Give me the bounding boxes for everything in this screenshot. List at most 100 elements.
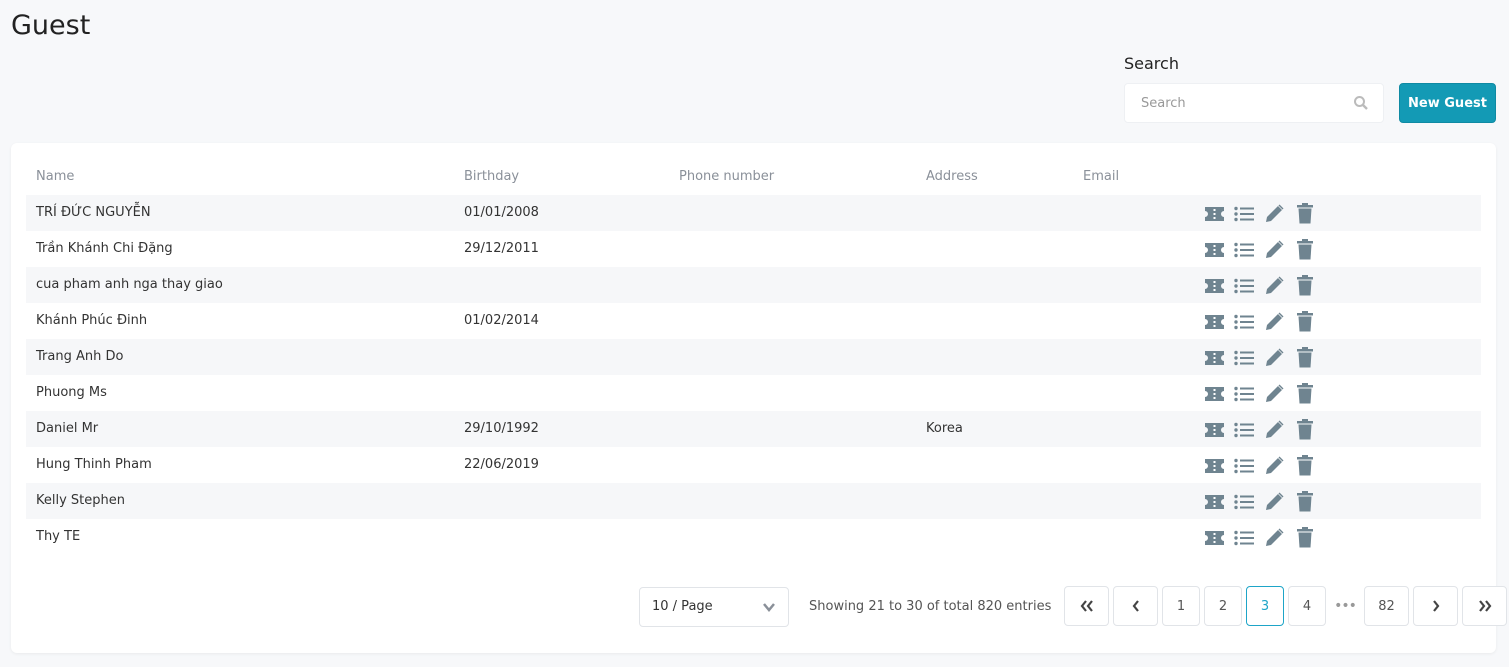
cell-name: Hung Thinh Pham	[36, 457, 152, 472]
cell-name: Trang Anh Do	[36, 349, 124, 364]
page-button-82[interactable]: 82	[1364, 586, 1409, 626]
cell-birthday: 29/12/2011	[464, 241, 539, 256]
row-actions	[1204, 311, 1315, 332]
list-icon[interactable]	[1234, 527, 1255, 548]
cell-name: TRÍ ĐỨC NGUYỄN	[36, 205, 151, 220]
ticket-icon[interactable]	[1204, 347, 1225, 368]
ticket-icon[interactable]	[1204, 203, 1225, 224]
trash-icon[interactable]	[1294, 239, 1315, 260]
double-chevron-right-icon	[1478, 600, 1491, 612]
row-actions	[1204, 527, 1315, 548]
ticket-icon[interactable]	[1204, 275, 1225, 296]
edit-icon[interactable]	[1264, 311, 1285, 332]
guest-table-card: Name Birthday Phone number Address Email…	[11, 143, 1507, 653]
search-label: Search	[1124, 54, 1179, 73]
cell-name: Khánh Phúc Đinh	[36, 313, 148, 328]
trash-icon[interactable]	[1294, 311, 1315, 332]
first-page-button[interactable]	[1064, 586, 1109, 626]
ticket-icon[interactable]	[1204, 455, 1225, 476]
ticket-icon[interactable]	[1204, 311, 1225, 332]
list-icon[interactable]	[1234, 455, 1255, 476]
row-actions	[1204, 455, 1315, 476]
trash-icon[interactable]	[1294, 347, 1315, 368]
list-icon[interactable]	[1234, 203, 1255, 224]
edit-icon[interactable]	[1264, 527, 1285, 548]
edit-icon[interactable]	[1264, 491, 1285, 512]
page-button-3[interactable]: 3	[1246, 586, 1284, 626]
new-guest-button[interactable]: New Guest	[1399, 83, 1496, 123]
cell-name: cua pham anh nga thay giao	[36, 277, 223, 292]
cell-name: Daniel Mr	[36, 421, 99, 436]
list-icon[interactable]	[1234, 419, 1255, 440]
trash-icon[interactable]	[1294, 275, 1315, 296]
row-actions	[1204, 203, 1315, 224]
last-page-button[interactable]	[1462, 586, 1507, 626]
prev-page-button[interactable]	[1113, 586, 1158, 626]
row-actions	[1204, 419, 1315, 440]
cell-birthday: 01/02/2014	[464, 313, 539, 328]
page-title: Guest	[11, 10, 91, 41]
column-header-email: Email	[1083, 169, 1120, 184]
list-icon[interactable]	[1234, 491, 1255, 512]
edit-icon[interactable]	[1264, 455, 1285, 476]
column-header-name: Name	[36, 169, 75, 184]
row-actions	[1204, 275, 1315, 296]
page-button-2[interactable]: 2	[1204, 586, 1242, 626]
trash-icon[interactable]	[1294, 455, 1315, 476]
list-icon[interactable]	[1234, 275, 1255, 296]
search-box	[1124, 83, 1384, 123]
trash-icon[interactable]	[1294, 491, 1315, 512]
cell-name: Kelly Stephen	[36, 493, 126, 508]
pagination: 1 2 3 4 ••• 82	[1064, 586, 1507, 626]
page-size-select[interactable]: 10 / Page	[639, 587, 789, 627]
edit-icon[interactable]	[1264, 239, 1285, 260]
table-row[interactable]: Trang Anh Do	[26, 339, 1481, 375]
ticket-icon[interactable]	[1204, 239, 1225, 260]
column-header-phone: Phone number	[679, 169, 775, 184]
table-row[interactable]: Thy TE	[26, 519, 1481, 555]
trash-icon[interactable]	[1294, 383, 1315, 404]
list-icon[interactable]	[1234, 239, 1255, 260]
list-icon[interactable]	[1234, 347, 1255, 368]
page-size-value: 10 / Page	[652, 599, 713, 614]
trash-icon[interactable]	[1294, 203, 1315, 224]
table-row[interactable]: TRÍ ĐỨC NGUYỄN 01/01/2008	[26, 195, 1481, 231]
list-icon[interactable]	[1234, 383, 1255, 404]
search-input[interactable]	[1125, 84, 1335, 122]
row-actions	[1204, 347, 1315, 368]
pagination-info: Showing 21 to 30 of total 820 entries	[809, 599, 1052, 614]
ticket-icon[interactable]	[1204, 383, 1225, 404]
table-row[interactable]: Khánh Phúc Đinh 01/02/2014	[26, 303, 1481, 339]
row-actions	[1204, 491, 1315, 512]
chevron-left-icon	[1132, 600, 1139, 612]
table-row[interactable]: cua pham anh nga thay giao	[26, 267, 1481, 303]
table-row[interactable]: Trần Khánh Chi Đặng 29/12/2011	[26, 231, 1481, 267]
double-chevron-left-icon	[1080, 600, 1093, 612]
list-icon[interactable]	[1234, 311, 1255, 332]
cell-name: Trần Khánh Chi Đặng	[36, 241, 173, 256]
trash-icon[interactable]	[1294, 419, 1315, 440]
ticket-icon[interactable]	[1204, 527, 1225, 548]
edit-icon[interactable]	[1264, 203, 1285, 224]
table-row[interactable]: Kelly Stephen	[26, 483, 1481, 519]
cell-name: Thy TE	[36, 529, 81, 544]
trash-icon[interactable]	[1294, 527, 1315, 548]
table-row[interactable]: Phuong Ms	[26, 375, 1481, 411]
cell-birthday: 29/10/1992	[464, 421, 539, 436]
table-row[interactable]: Daniel Mr 29/10/1992 Korea	[26, 411, 1481, 447]
edit-icon[interactable]	[1264, 419, 1285, 440]
pagination-ellipsis[interactable]: •••	[1330, 598, 1360, 614]
page-button-1[interactable]: 1	[1162, 586, 1200, 626]
page-button-4[interactable]: 4	[1288, 586, 1326, 626]
search-icon[interactable]	[1353, 95, 1369, 115]
cell-birthday: 01/01/2008	[464, 205, 539, 220]
edit-icon[interactable]	[1264, 347, 1285, 368]
chevron-down-icon	[762, 600, 776, 618]
row-actions	[1204, 239, 1315, 260]
next-page-button[interactable]	[1413, 586, 1458, 626]
ticket-icon[interactable]	[1204, 491, 1225, 512]
table-row[interactable]: Hung Thinh Pham 22/06/2019	[26, 447, 1481, 483]
edit-icon[interactable]	[1264, 275, 1285, 296]
edit-icon[interactable]	[1264, 383, 1285, 404]
ticket-icon[interactable]	[1204, 419, 1225, 440]
